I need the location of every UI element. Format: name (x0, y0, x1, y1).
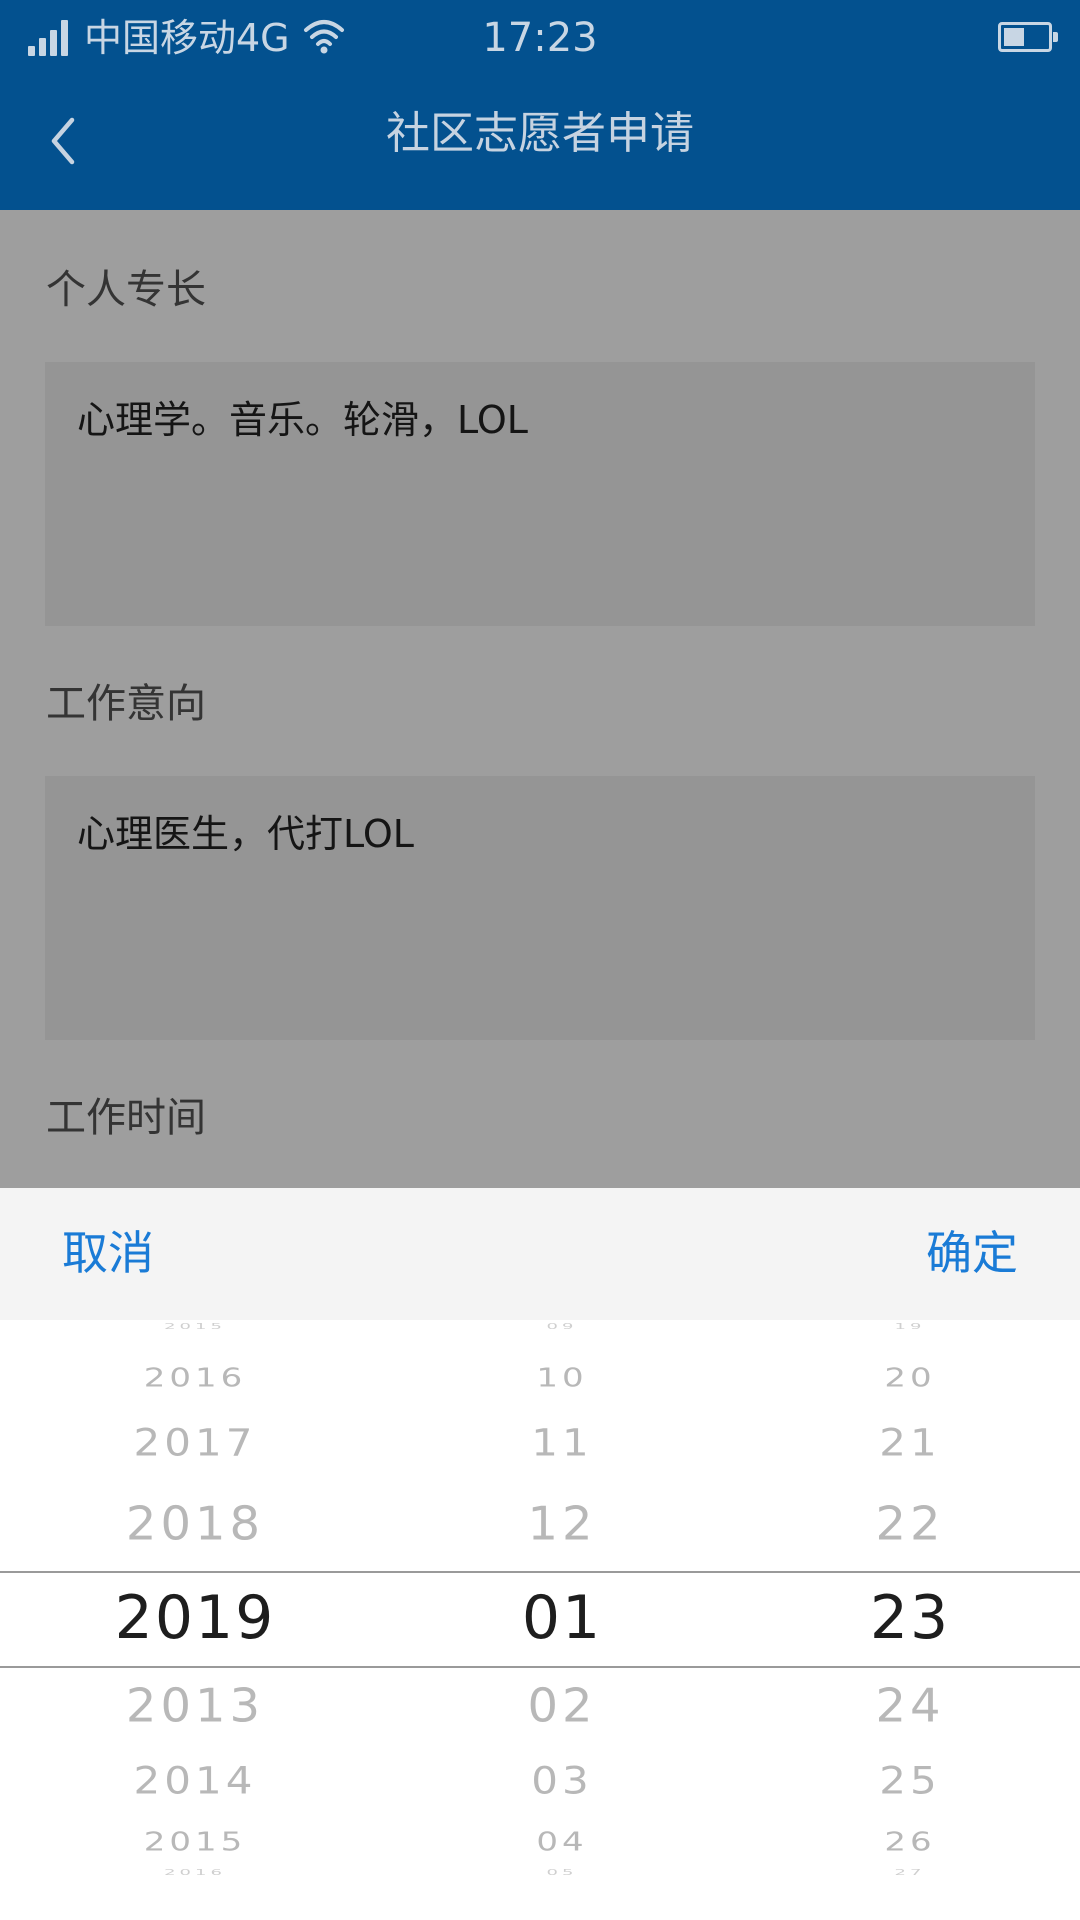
day-option[interactable]: 20 (800, 1363, 1020, 1394)
app-header: 中国移动4G 17:23 社区志愿者申请 (0, 0, 1080, 210)
year-option[interactable]: 2013 (70, 1679, 320, 1734)
month-option[interactable]: 12 (450, 1497, 674, 1552)
day-option[interactable]: 19 (800, 1322, 1020, 1332)
month-option[interactable]: 11 (450, 1421, 674, 1465)
year-option[interactable]: 2014 (70, 1759, 320, 1803)
day-option[interactable]: 22 (800, 1497, 1020, 1552)
year-option-selected[interactable]: 2019 (70, 1582, 320, 1654)
day-option[interactable]: 27 (800, 1868, 1020, 1878)
cancel-button[interactable]: 取消 (62, 1222, 154, 1284)
month-option[interactable]: 02 (450, 1679, 674, 1734)
year-option[interactable]: 2017 (70, 1421, 320, 1465)
modal-overlay[interactable] (0, 210, 1080, 1188)
year-option[interactable]: 2018 (70, 1497, 320, 1552)
day-option[interactable]: 24 (800, 1679, 1020, 1734)
month-option[interactable]: 10 (450, 1363, 674, 1394)
day-option-selected[interactable]: 23 (800, 1582, 1020, 1654)
confirm-button[interactable]: 确定 (926, 1222, 1018, 1284)
picker-toolbar: 取消 确定 (0, 1188, 1080, 1320)
month-option[interactable]: 04 (450, 1827, 674, 1858)
month-option[interactable]: 05 (450, 1868, 674, 1878)
month-option-selected[interactable]: 01 (450, 1582, 674, 1654)
battery-icon (998, 22, 1058, 52)
date-picker-sheet: 取消 确定 2015 2016 2017 2018 2019 2013 2014… (0, 1188, 1080, 1920)
page-title: 社区志愿者申请 (386, 108, 694, 159)
day-option[interactable]: 25 (800, 1759, 1020, 1803)
year-option[interactable]: 2015 (70, 1322, 320, 1332)
month-option[interactable]: 09 (450, 1322, 674, 1332)
year-option[interactable]: 2016 (70, 1868, 320, 1878)
year-option[interactable]: 2015 (70, 1827, 320, 1858)
day-option[interactable]: 21 (800, 1421, 1020, 1465)
month-option[interactable]: 03 (450, 1759, 674, 1803)
year-wheel[interactable]: 2015 2016 2017 2018 2019 2013 2014 2015 … (70, 1320, 320, 1920)
status-bar: 中国移动4G 17:23 (0, 0, 1080, 76)
day-wheel[interactable]: 19 20 21 22 23 24 25 26 27 (800, 1320, 1020, 1920)
month-wheel[interactable]: 09 10 11 12 01 02 03 04 05 (450, 1320, 674, 1920)
day-option[interactable]: 26 (800, 1827, 1020, 1858)
year-option[interactable]: 2016 (70, 1363, 320, 1394)
nav-bar: 社区志愿者申请 (0, 76, 1080, 210)
status-time: 17:23 (482, 15, 598, 61)
